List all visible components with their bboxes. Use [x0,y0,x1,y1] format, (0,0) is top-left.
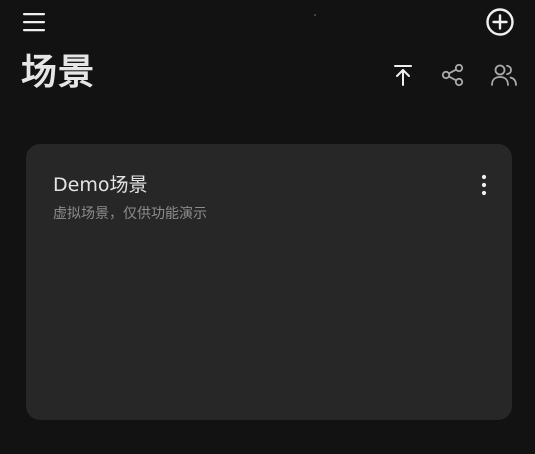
scene-more-button[interactable] [472,170,496,200]
share-button[interactable] [436,58,470,92]
scene-title: Demo场景 [53,174,148,196]
more-vertical-icon [481,174,487,196]
users-button[interactable] [486,58,522,92]
add-scene-button[interactable] [482,4,518,40]
page-title: 场景 [21,52,96,93]
upload-button[interactable] [386,58,420,92]
menu-button[interactable] [16,6,52,38]
scene-card[interactable]: Demo场景 虚拟场景，仅供功能演示 [26,144,512,420]
add-circle-icon [486,8,514,36]
share-icon [441,63,464,87]
upload-icon [394,65,412,86]
scene-description: 虚拟场景，仅供功能演示 [53,206,207,222]
scenes-page: 场景 Demo场景 虚拟场景，仅供功能演示 [0,0,535,454]
decorative-dot [314,14,316,16]
users-icon [491,64,517,86]
menu-icon [23,13,45,32]
